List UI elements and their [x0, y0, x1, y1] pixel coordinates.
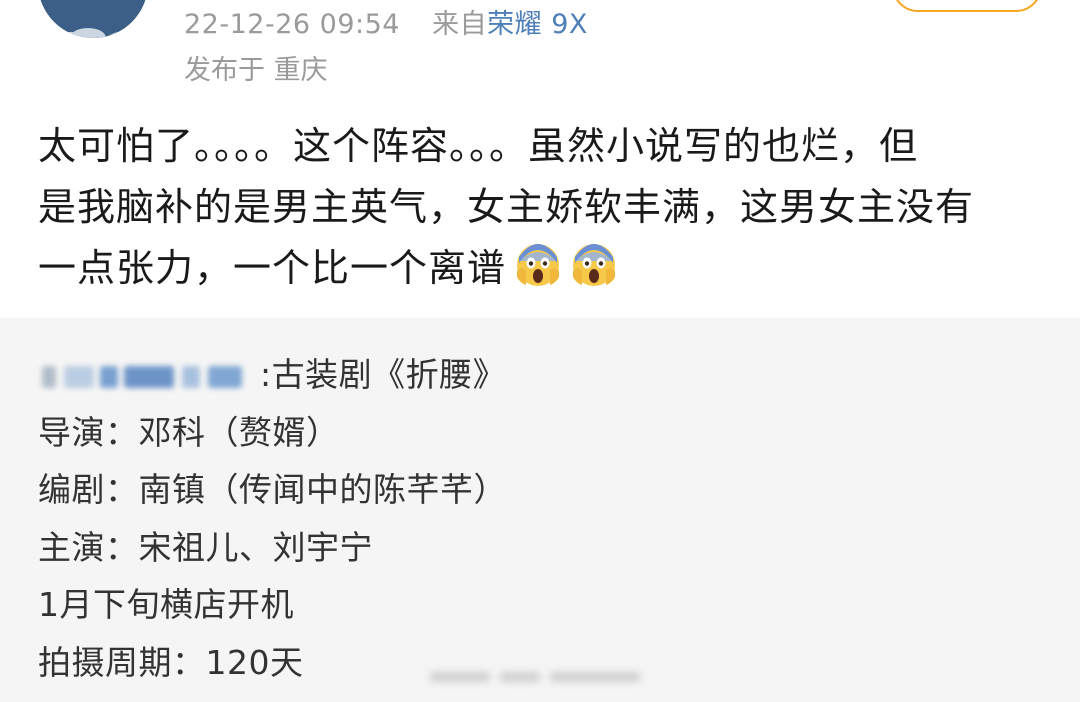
repost-title: :古装剧《折腰》	[260, 355, 507, 394]
post-meta: 22-12-26 09:54 来自荣耀 9X	[184, 2, 588, 42]
post-text-line: 是我脑补的是男主英气，女主娇软丰满，这男女主没有	[38, 185, 975, 229]
post-timestamp: 22-12-26 09:54	[184, 9, 400, 40]
repost-content: :古装剧《折腰》 导演：邓科（赘婿） 编剧：南镇（传闻中的陈芊芊） 主演：宋祖儿…	[38, 346, 507, 691]
post-location: 发布于 重庆	[184, 55, 328, 86]
post-text-line-last: 一点张力，一个比一个离谱	[38, 238, 1048, 307]
face-screaming-in-fear-icon	[570, 241, 618, 307]
repost-start-date: 1月下旬横店开机	[38, 585, 294, 624]
blurred-footer	[430, 668, 650, 686]
post-text: 太可怕了。。。。这个阵容。。。虽然小说写的也烂，但 是我脑补的是男主英气，女主娇…	[38, 116, 1048, 307]
follow-button[interactable]	[892, 0, 1042, 12]
source-prefix: 来自	[432, 9, 488, 40]
post-text-line: 一点张力，一个比一个离谱	[38, 246, 507, 290]
avatar[interactable]	[38, 0, 148, 38]
repost-director: 导演：邓科（赘婿）	[38, 412, 340, 452]
weibo-post-card: 22-12-26 09:54 来自荣耀 9X 发布于 重庆 太可怕了。。。。这个…	[0, 0, 1080, 702]
repost-title-row: :古装剧《折腰》	[38, 346, 507, 404]
repost-card[interactable]: :古装剧《折腰》 导演：邓科（赘婿） 编剧：南镇（传闻中的陈芊芊） 主演：宋祖儿…	[0, 318, 1080, 702]
blurred-username[interactable]	[38, 358, 260, 390]
source-device-link[interactable]: 荣耀 9X	[487, 9, 588, 40]
post-text-line: 太可怕了。。。。这个阵容。。。虽然小说写的也烂，但	[38, 124, 919, 168]
repost-cast: 主演：宋祖儿、刘宇宁	[38, 527, 373, 567]
face-screaming-in-fear-icon	[514, 241, 562, 307]
repost-screenwriter: 编剧：南镇（传闻中的陈芊芊）	[38, 470, 507, 509]
avatar-cloud-image	[38, 0, 148, 38]
